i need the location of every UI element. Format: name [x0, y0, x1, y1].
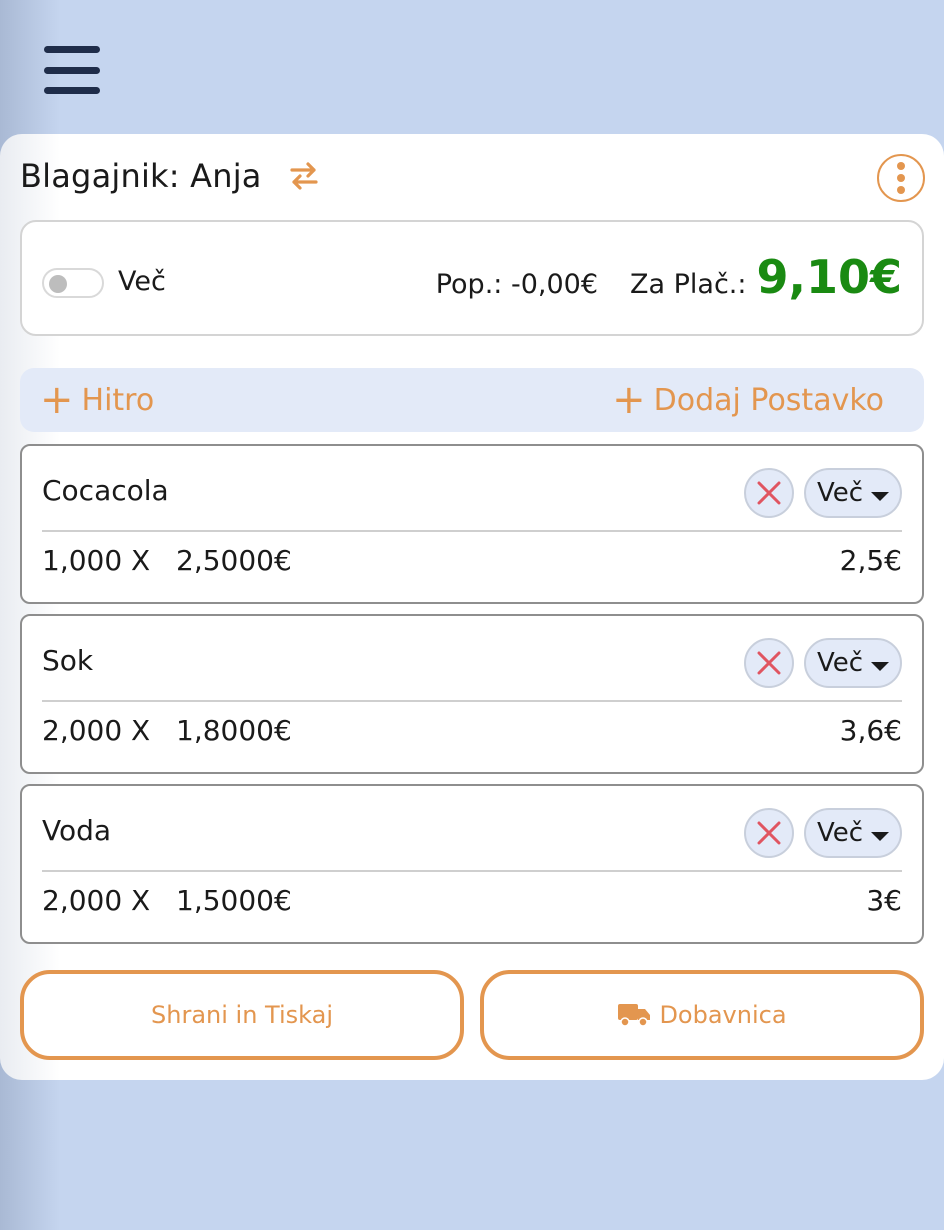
save-print-label: Shrani in Tiskaj	[151, 1001, 333, 1029]
totals: Pop.: -0,00€ Za Plač.: 9,10€	[436, 250, 902, 310]
remove-item-button[interactable]	[744, 808, 794, 858]
to-pay-label: Za Plač.:	[630, 269, 747, 300]
more-toggle[interactable]	[42, 268, 104, 298]
toggle-knob	[49, 275, 67, 293]
item-name: Sok	[42, 644, 94, 677]
cashier-row: Blagajnik: Anja	[20, 154, 320, 198]
line-item: Voda Več 2,000 X 1,5000€ 3€	[20, 784, 924, 944]
remove-item-button[interactable]	[744, 638, 794, 688]
item-more-label: Več	[816, 478, 864, 508]
chevron-down-icon	[871, 831, 890, 841]
divider	[42, 530, 902, 532]
plus-icon: +	[40, 377, 74, 423]
quick-add-button[interactable]: + Hitro	[40, 368, 154, 432]
item-name: Cocacola	[42, 474, 169, 507]
item-price: 1,5000€	[176, 884, 292, 917]
item-more-label: Več	[816, 648, 864, 678]
item-qty: 1,000 X	[42, 544, 151, 577]
item-total: 3€	[866, 884, 902, 917]
item-total: 3,6€	[839, 714, 902, 747]
to-pay-amount: 9,10€	[756, 250, 902, 304]
add-item-label: Dodaj Postavko	[653, 382, 884, 418]
divider	[42, 870, 902, 872]
add-item-button[interactable]: + Dodaj Postavko	[612, 368, 884, 432]
hamburger-icon[interactable]	[44, 46, 100, 94]
chevron-down-icon	[871, 491, 890, 501]
close-icon	[757, 481, 781, 505]
quick-add-label: Hitro	[81, 382, 155, 418]
item-name: Voda	[42, 814, 112, 847]
close-icon	[757, 821, 781, 845]
item-price: 1,8000€	[176, 714, 292, 747]
swap-arrows-icon[interactable]	[288, 160, 320, 192]
delivery-note-button[interactable]: Dobavnica	[480, 970, 924, 1060]
item-total: 2,5€	[839, 544, 902, 577]
delivery-note-label: Dobavnica	[659, 1001, 787, 1029]
summary-panel: Več Pop.: -0,00€ Za Plač.: 9,10€	[20, 220, 924, 336]
item-qty: 2,000 X	[42, 884, 151, 917]
item-qty: 2,000 X	[42, 714, 151, 747]
plus-icon: +	[612, 377, 646, 423]
item-more-button[interactable]: Več	[804, 808, 902, 858]
item-price: 2,5000€	[176, 544, 292, 577]
toggle-label: Več	[118, 266, 166, 297]
actions-bar: + Hitro + Dodaj Postavko	[20, 368, 924, 432]
truck-icon	[618, 1004, 651, 1027]
divider	[42, 700, 902, 702]
chevron-down-icon	[871, 661, 890, 671]
discount-text: Pop.: -0,00€	[435, 269, 598, 300]
save-print-button[interactable]: Shrani in Tiskaj	[20, 970, 464, 1060]
line-item: Sok Več 2,000 X 1,8000€ 3,6€	[20, 614, 924, 774]
remove-item-button[interactable]	[744, 468, 794, 518]
cashier-label: Blagajnik: Anja	[20, 157, 262, 195]
item-more-label: Več	[816, 818, 864, 848]
item-more-button[interactable]: Več	[804, 638, 902, 688]
kebab-menu-icon[interactable]	[877, 154, 925, 202]
close-icon	[757, 651, 781, 675]
item-more-button[interactable]: Več	[804, 468, 902, 518]
line-item: Cocacola Več 1,000 X 2,5000€ 2,5€	[20, 444, 924, 604]
